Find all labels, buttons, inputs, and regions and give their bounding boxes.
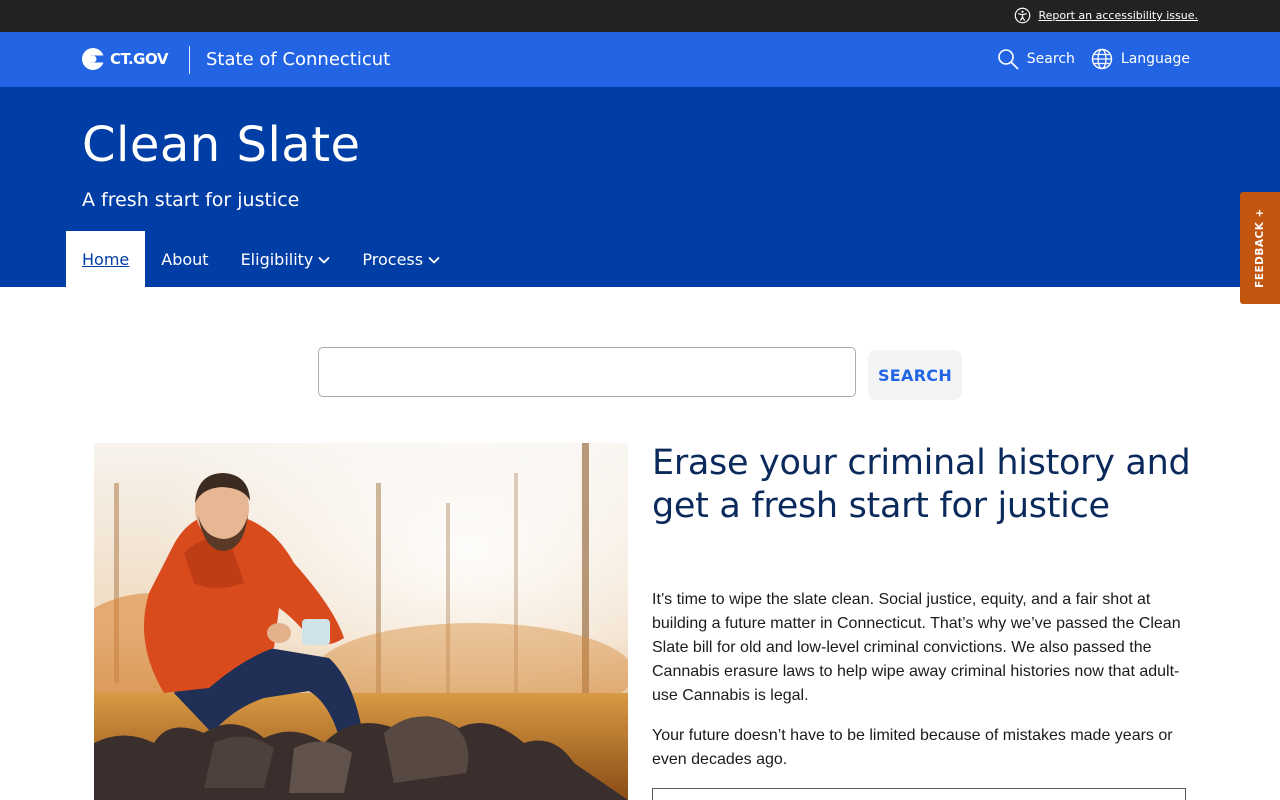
agency-header: Clean Slate A fresh start for justice Ho… — [0, 87, 1280, 287]
nav-item-label: Eligibility — [240, 249, 314, 269]
feedback-label: FEEDBACK + — [1254, 208, 1267, 288]
nav-item-label: Home — [82, 249, 130, 269]
nav-item-eligibility[interactable]: Eligibility — [225, 231, 347, 287]
language-label: Language — [1120, 51, 1190, 67]
header-search-label: Search — [1026, 51, 1075, 67]
header-search-button[interactable]: Search — [997, 48, 1075, 70]
chevron-down-icon — [428, 257, 440, 264]
accessibility-link-label: Report an accessibility issue. — [1038, 9, 1198, 22]
hero-paragraph: It’s time to wipe the slate clean. Socia… — [652, 591, 1181, 704]
state-name[interactable]: State of Connecticut — [206, 49, 390, 70]
nav-item-label: About — [161, 249, 209, 269]
site-search-button[interactable]: SEARCH — [868, 350, 962, 400]
chevron-down-icon — [319, 257, 330, 264]
hero-paragraph-secondary: Your future doesn’t have to be limited b… — [652, 727, 1173, 768]
feedback-tab[interactable]: FEEDBACK + — [1240, 192, 1280, 304]
hero-heading: Erase your criminal history and get a fr… — [652, 443, 1191, 526]
hero-photo — [94, 443, 628, 800]
site-title[interactable]: Clean Slate — [82, 117, 361, 173]
main-nav: Home About Eligibility Process — [66, 231, 456, 287]
accessibility-icon — [1015, 7, 1031, 24]
gov-bar-actions: Search Language — [997, 48, 1190, 70]
ct-logo-icon — [82, 48, 104, 70]
gov-bar-divider — [189, 46, 190, 74]
ct-gov-logo-text: CT.GOV — [110, 50, 168, 68]
nav-item-label: Process — [362, 249, 424, 269]
ct-gov-bar: CT.GOV State of Connecticut Search Langu… — [0, 32, 1280, 87]
language-button[interactable]: Language — [1091, 48, 1190, 70]
utility-bar: Report an accessibility issue. — [0, 0, 1280, 32]
info-box — [652, 788, 1186, 800]
nav-item-about[interactable]: About — [145, 231, 224, 287]
site-subtitle: A fresh start for justice — [82, 189, 300, 211]
site-search-input[interactable] — [318, 347, 856, 397]
ct-gov-logo[interactable]: CT.GOV — [82, 48, 168, 70]
hero-photo-illustration — [94, 443, 628, 800]
search-icon — [997, 49, 1019, 70]
globe-icon — [1091, 48, 1113, 70]
accessibility-report-link[interactable]: Report an accessibility issue. — [1014, 7, 1198, 24]
nav-item-process[interactable]: Process — [346, 231, 456, 287]
nav-item-home[interactable]: Home — [66, 231, 146, 287]
